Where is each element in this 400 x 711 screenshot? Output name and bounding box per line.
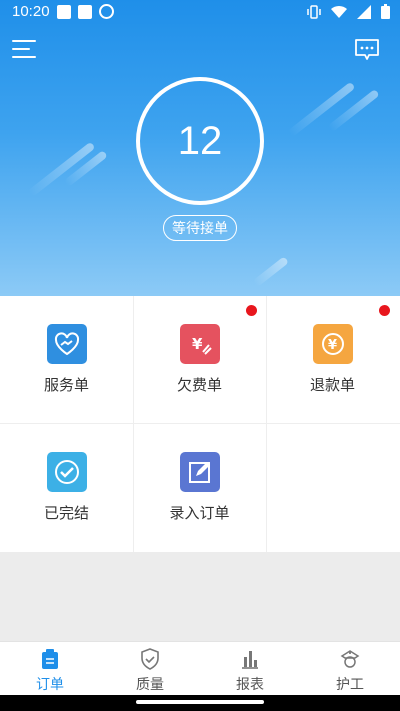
signal-icon (357, 4, 371, 19)
grid-item-label: 已完结 (43, 504, 89, 522)
grid-item-refund-order[interactable]: ¥ 退款单 (266, 296, 399, 424)
system-nav-bar (0, 695, 400, 711)
grid-item-enter-order[interactable]: 录入订单 (133, 424, 266, 552)
edit-icon (179, 452, 220, 492)
bar-chart-icon (242, 651, 258, 669)
battery-icon (381, 4, 390, 19)
grid-item-label: 欠费单 (176, 376, 222, 394)
sync-icon (99, 4, 114, 19)
notification-badge (379, 305, 390, 316)
home-gesture-handle[interactable] (136, 700, 264, 704)
notification-badge (246, 305, 257, 316)
svg-text:¥: ¥ (192, 335, 203, 353)
nurse-icon (340, 650, 360, 668)
grid-item-label: 录入订单 (169, 504, 230, 522)
tab-quality[interactable]: 质量 (100, 642, 200, 696)
grid-item-arrears-order[interactable]: ¥ 欠费单 (133, 296, 266, 424)
svg-text:¥: ¥ (328, 338, 337, 353)
bottom-tab-bar: 订单 质量 报表 护工 (0, 641, 400, 695)
grid-item-label: 退款单 (309, 376, 355, 394)
tab-label: 质量 (136, 677, 164, 693)
yen-hand-icon: ¥ (179, 324, 220, 364)
status-bar: 10:20 (0, 0, 400, 24)
clipboard-icon (42, 649, 58, 669)
grid-item-service-order[interactable]: 服务单 (0, 296, 133, 424)
decorative-streak (252, 256, 289, 288)
tab-reports[interactable]: 报表 (200, 642, 300, 696)
decorative-streak (287, 81, 356, 138)
menu-icon[interactable] (12, 40, 36, 58)
message-icon[interactable] (354, 38, 380, 62)
tab-orders[interactable]: 订单 (0, 642, 100, 696)
yen-refund-icon: ¥ (312, 324, 353, 364)
handshake-heart-icon (46, 324, 87, 364)
hero-banner: 10:20 12 等待接单 (0, 0, 400, 296)
shield-check-icon (141, 648, 159, 670)
tab-label: 护工 (336, 677, 364, 693)
notification-icon (78, 5, 92, 19)
notification-icon (57, 5, 71, 19)
tab-label: 报表 (236, 677, 264, 693)
status-time: 10:20 (12, 3, 50, 20)
pending-count[interactable]: 12 (136, 77, 264, 205)
grid-item-completed[interactable]: 已完结 (0, 424, 133, 552)
order-grid: 服务单 ¥ 欠费单 ¥ 退款单 已完结 录入订单 (0, 296, 400, 552)
tab-label: 订单 (36, 677, 64, 693)
decorative-streak (63, 150, 108, 188)
tab-caregivers[interactable]: 护工 (300, 642, 400, 696)
vibrate-icon (307, 4, 321, 19)
status-pill[interactable]: 等待接单 (163, 215, 237, 241)
wifi-icon (331, 5, 347, 18)
grid-item-label: 服务单 (43, 376, 89, 394)
check-circle-icon (46, 452, 87, 492)
